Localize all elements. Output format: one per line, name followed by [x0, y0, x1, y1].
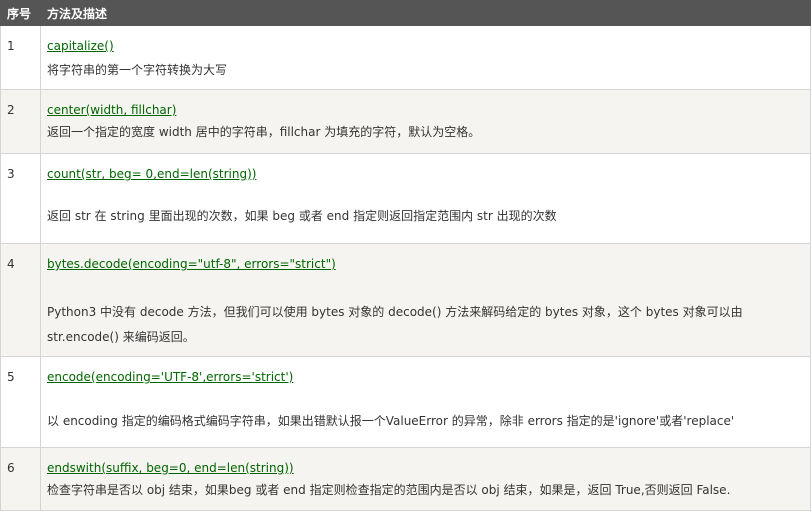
string-methods-table: 序号 方法及描述 1 capitalize() 将字符串的第一个字符转换为大写 …: [0, 0, 811, 511]
row-number: 5: [0, 356, 41, 448]
method-link-endswith[interactable]: endswith(suffix, beg=0, end=len(string)): [47, 460, 294, 476]
row-number: 3: [0, 153, 41, 244]
header-method-description: 方法及描述: [40, 0, 811, 26]
method-description: 返回 str 在 string 里面出现的次数，如果 beg 或者 end 指定…: [47, 209, 557, 223]
row-content: capitalize() 将字符串的第一个字符转换为大写: [40, 25, 811, 90]
row-content: encode(encoding='UTF-8',errors='strict')…: [40, 356, 811, 448]
row-number: 6: [0, 447, 41, 511]
table-row: 3 count(str, beg= 0,end=len(string)) 返回 …: [0, 153, 811, 244]
method-link-bytes-decode[interactable]: bytes.decode(encoding="utf-8", errors="s…: [47, 256, 336, 272]
method-description: 以 encoding 指定的编码格式编码字符串，如果出错默认报一个ValueEr…: [47, 414, 735, 428]
row-number: 2: [0, 89, 41, 154]
table-header: 序号 方法及描述: [0, 0, 811, 26]
row-content: count(str, beg= 0,end=len(string)) 返回 st…: [40, 153, 811, 244]
table-row: 2 center(width, fillchar) 返回一个指定的宽度 widt…: [0, 89, 811, 154]
method-description: 检查字符串是否以 obj 结束，如果beg 或者 end 指定则检查指定的范围内…: [47, 483, 731, 497]
method-link-center[interactable]: center(width, fillchar): [47, 102, 176, 118]
row-content: center(width, fillchar) 返回一个指定的宽度 width …: [40, 89, 811, 154]
method-description: Python3 中没有 decode 方法，但我们可以使用 bytes 对象的 …: [47, 305, 743, 344]
method-link-capitalize[interactable]: capitalize(): [47, 38, 114, 54]
table-row: 5 encode(encoding='UTF-8',errors='strict…: [0, 356, 811, 448]
header-number: 序号: [0, 0, 41, 26]
method-description: 将字符串的第一个字符转换为大写: [47, 63, 228, 77]
table-row: 1 capitalize() 将字符串的第一个字符转换为大写: [0, 25, 811, 90]
row-number: 1: [0, 25, 41, 90]
method-link-count[interactable]: count(str, beg= 0,end=len(string)): [47, 166, 256, 182]
table-row: 4 bytes.decode(encoding="utf-8", errors=…: [0, 243, 811, 357]
row-content: bytes.decode(encoding="utf-8", errors="s…: [40, 243, 811, 357]
row-content: endswith(suffix, beg=0, end=len(string))…: [40, 447, 811, 511]
table-row: 6 endswith(suffix, beg=0, end=len(string…: [0, 447, 811, 511]
method-link-encode[interactable]: encode(encoding='UTF-8',errors='strict'): [47, 369, 293, 385]
method-description: 返回一个指定的宽度 width 居中的字符串，fillchar 为填充的字符，默…: [47, 125, 481, 139]
row-number: 4: [0, 243, 41, 357]
